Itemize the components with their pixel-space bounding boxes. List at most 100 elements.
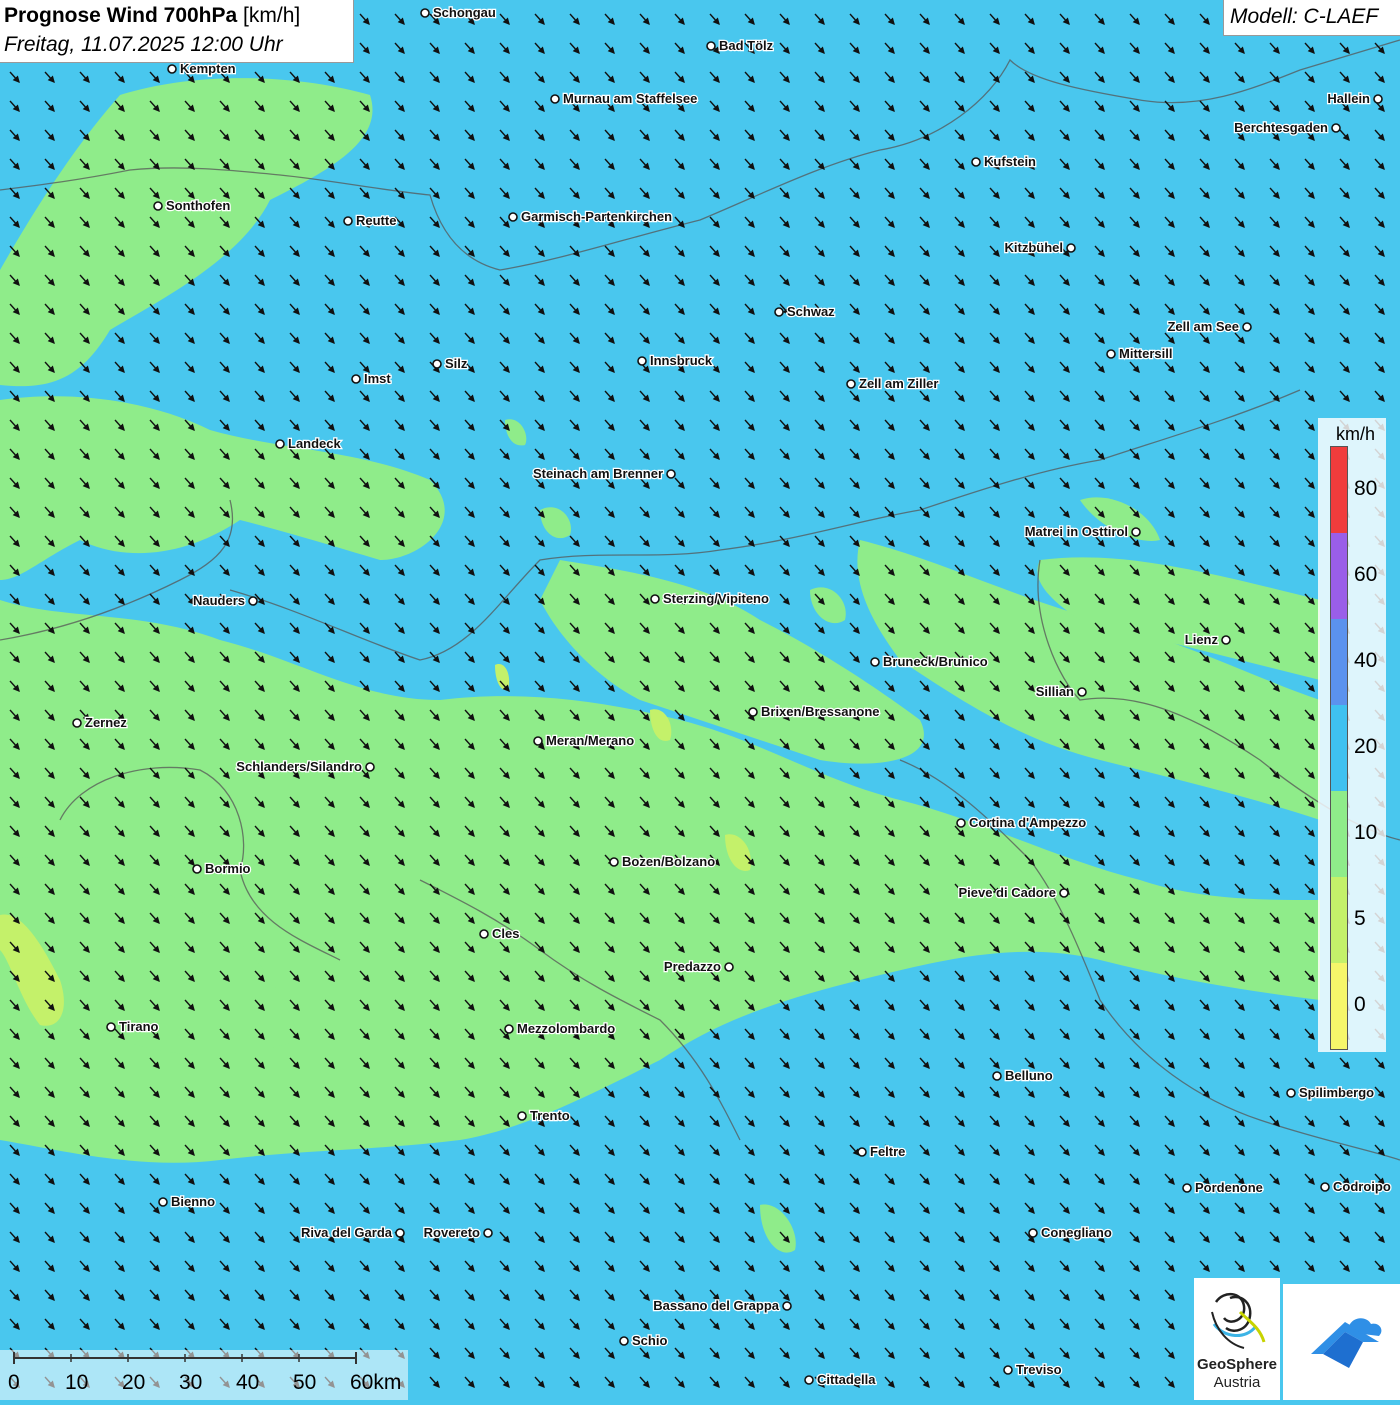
city-marker: Matrei in Osttirol — [1023, 523, 1141, 540]
city-dot — [619, 1336, 629, 1346]
city-label: Steinach am Brenner — [533, 466, 663, 481]
city-dot — [650, 594, 660, 604]
city-label: Conegliano — [1041, 1225, 1112, 1240]
city-label: Pordenone — [1195, 1180, 1263, 1195]
city-dot — [1131, 527, 1141, 537]
city-label: Rovereto — [424, 1225, 480, 1240]
city-label: Lienz — [1185, 632, 1219, 647]
city-marker: Spilimbergo — [1286, 1084, 1375, 1101]
city-label: Zell am See — [1167, 319, 1239, 334]
city-dot — [517, 1111, 527, 1121]
city-marker: Pieve di Cadore — [957, 884, 1069, 901]
geosphere-swirl-icon — [1211, 1293, 1266, 1349]
legend-tick-label: 60 — [1354, 563, 1378, 586]
scale-label: 10 — [65, 1371, 89, 1394]
city-dot — [857, 1147, 867, 1157]
cloud-arrow-icon — [1311, 1318, 1382, 1368]
city-dot — [1242, 322, 1252, 332]
legend-band — [1331, 963, 1347, 1049]
city-dot — [724, 962, 734, 972]
wind-map[interactable]: Schongau Bad Tölz Kempten Murnau am Staffel… — [0, 0, 1400, 1400]
city-dot — [1059, 888, 1069, 898]
city-dot — [153, 201, 163, 211]
city-marker: Sonthofen — [153, 197, 232, 214]
city-dot — [666, 469, 676, 479]
legend-unit: km/h — [1336, 424, 1376, 444]
legend-tick-label: 20 — [1354, 735, 1378, 758]
city-dot — [971, 157, 981, 167]
city-label: Zernez — [85, 715, 127, 730]
scale-label: 60km — [350, 1371, 402, 1394]
city-dot — [365, 762, 375, 772]
city-dot — [748, 707, 758, 717]
legend-band — [1331, 447, 1347, 533]
city-label: Mittersill — [1119, 346, 1172, 361]
city-dot — [706, 41, 716, 51]
city-dot — [420, 8, 430, 18]
city-dot — [432, 359, 442, 369]
city-marker: Brixen/Bressanone — [748, 703, 881, 720]
forecast-datetime: Freitag, 11.07.2025 12:00 Uhr — [4, 33, 283, 56]
city-marker: Sterzing/Vipiteno — [650, 590, 770, 607]
city-label: Belluno — [1005, 1068, 1053, 1083]
city-label: Nauders — [193, 593, 245, 608]
city-label: Pieve di Cadore — [958, 885, 1056, 900]
city-marker: Bassano del Grappa — [652, 1297, 792, 1314]
city-label: Codroipo — [1333, 1179, 1391, 1194]
city-marker: Berchtesgaden — [1233, 119, 1341, 136]
city-marker: Steinach am Brenner — [532, 465, 676, 482]
legend-tick-label: 5 — [1354, 907, 1366, 930]
city-dot — [483, 1228, 493, 1238]
city-dot — [1286, 1088, 1296, 1098]
map-title: Prognose Wind 700hPa [km/h] — [4, 4, 300, 28]
city-marker: Zell am Ziller — [846, 375, 940, 392]
city-label: Imst — [364, 371, 391, 386]
city-label: Predazzo — [664, 959, 721, 974]
city-label: Bruneck/Brunico — [883, 654, 988, 669]
city-label: Murnau am Staffelsee — [563, 91, 697, 106]
color-legend: km/h 0 5 10 20 40 60 80 — [1318, 418, 1386, 1052]
legend-tick-label: 0 — [1354, 993, 1366, 1016]
city-marker: Mezzolombardo — [504, 1020, 617, 1037]
city-dot — [479, 929, 489, 939]
city-label: Bienno — [171, 1194, 215, 1209]
city-dot — [248, 596, 258, 606]
model-label: Modell: C-LAEF — [1230, 5, 1379, 28]
legend-band — [1331, 877, 1347, 963]
city-label: Spilimbergo — [1299, 1085, 1374, 1100]
model-panel: Modell: C-LAEF — [1223, 0, 1400, 36]
city-marker: Conegliano — [1028, 1224, 1113, 1241]
legend-tick-label: 80 — [1354, 477, 1378, 500]
city-dot — [106, 1022, 116, 1032]
city-label: Schwaz — [787, 304, 835, 319]
city-label: Kempten — [180, 61, 236, 76]
city-label: Cortina d'Ampezzo — [969, 815, 1086, 830]
city-label: Sonthofen — [166, 198, 230, 213]
city-dot — [1028, 1228, 1038, 1238]
city-dot — [956, 818, 966, 828]
city-dot — [992, 1071, 1002, 1081]
city-label: Schio — [632, 1333, 667, 1348]
city-marker: Bruneck/Brunico — [870, 653, 989, 670]
city-marker: Garmisch-Partenkirchen — [508, 208, 673, 225]
city-label: Bormio — [205, 861, 251, 876]
city-dot — [1331, 123, 1341, 133]
scale-label: 30 — [179, 1371, 203, 1394]
weather-app-logo — [1283, 1284, 1400, 1400]
city-marker: Pordenone — [1182, 1179, 1264, 1196]
city-dot — [72, 718, 82, 728]
city-marker: Innsbruck — [637, 352, 714, 369]
title-main: Prognose Wind 700hPa — [4, 4, 238, 27]
city-label: Hallein — [1327, 91, 1370, 106]
legend-band — [1331, 705, 1347, 791]
legend-tick-label: 40 — [1354, 649, 1378, 672]
city-label: Cles — [492, 926, 519, 941]
scale-bar: 0 10 20 30 40 50 60km — [0, 1350, 408, 1400]
city-label: Berchtesgaden — [1234, 120, 1328, 135]
city-marker: Schongau — [420, 4, 497, 21]
city-label: Landeck — [288, 436, 342, 451]
city-label: Kufstein — [984, 154, 1036, 169]
geosphere-country: Austria — [1213, 1374, 1261, 1391]
city-marker: Meran/Merano — [533, 732, 635, 749]
city-label: Cittadella — [817, 1372, 876, 1387]
